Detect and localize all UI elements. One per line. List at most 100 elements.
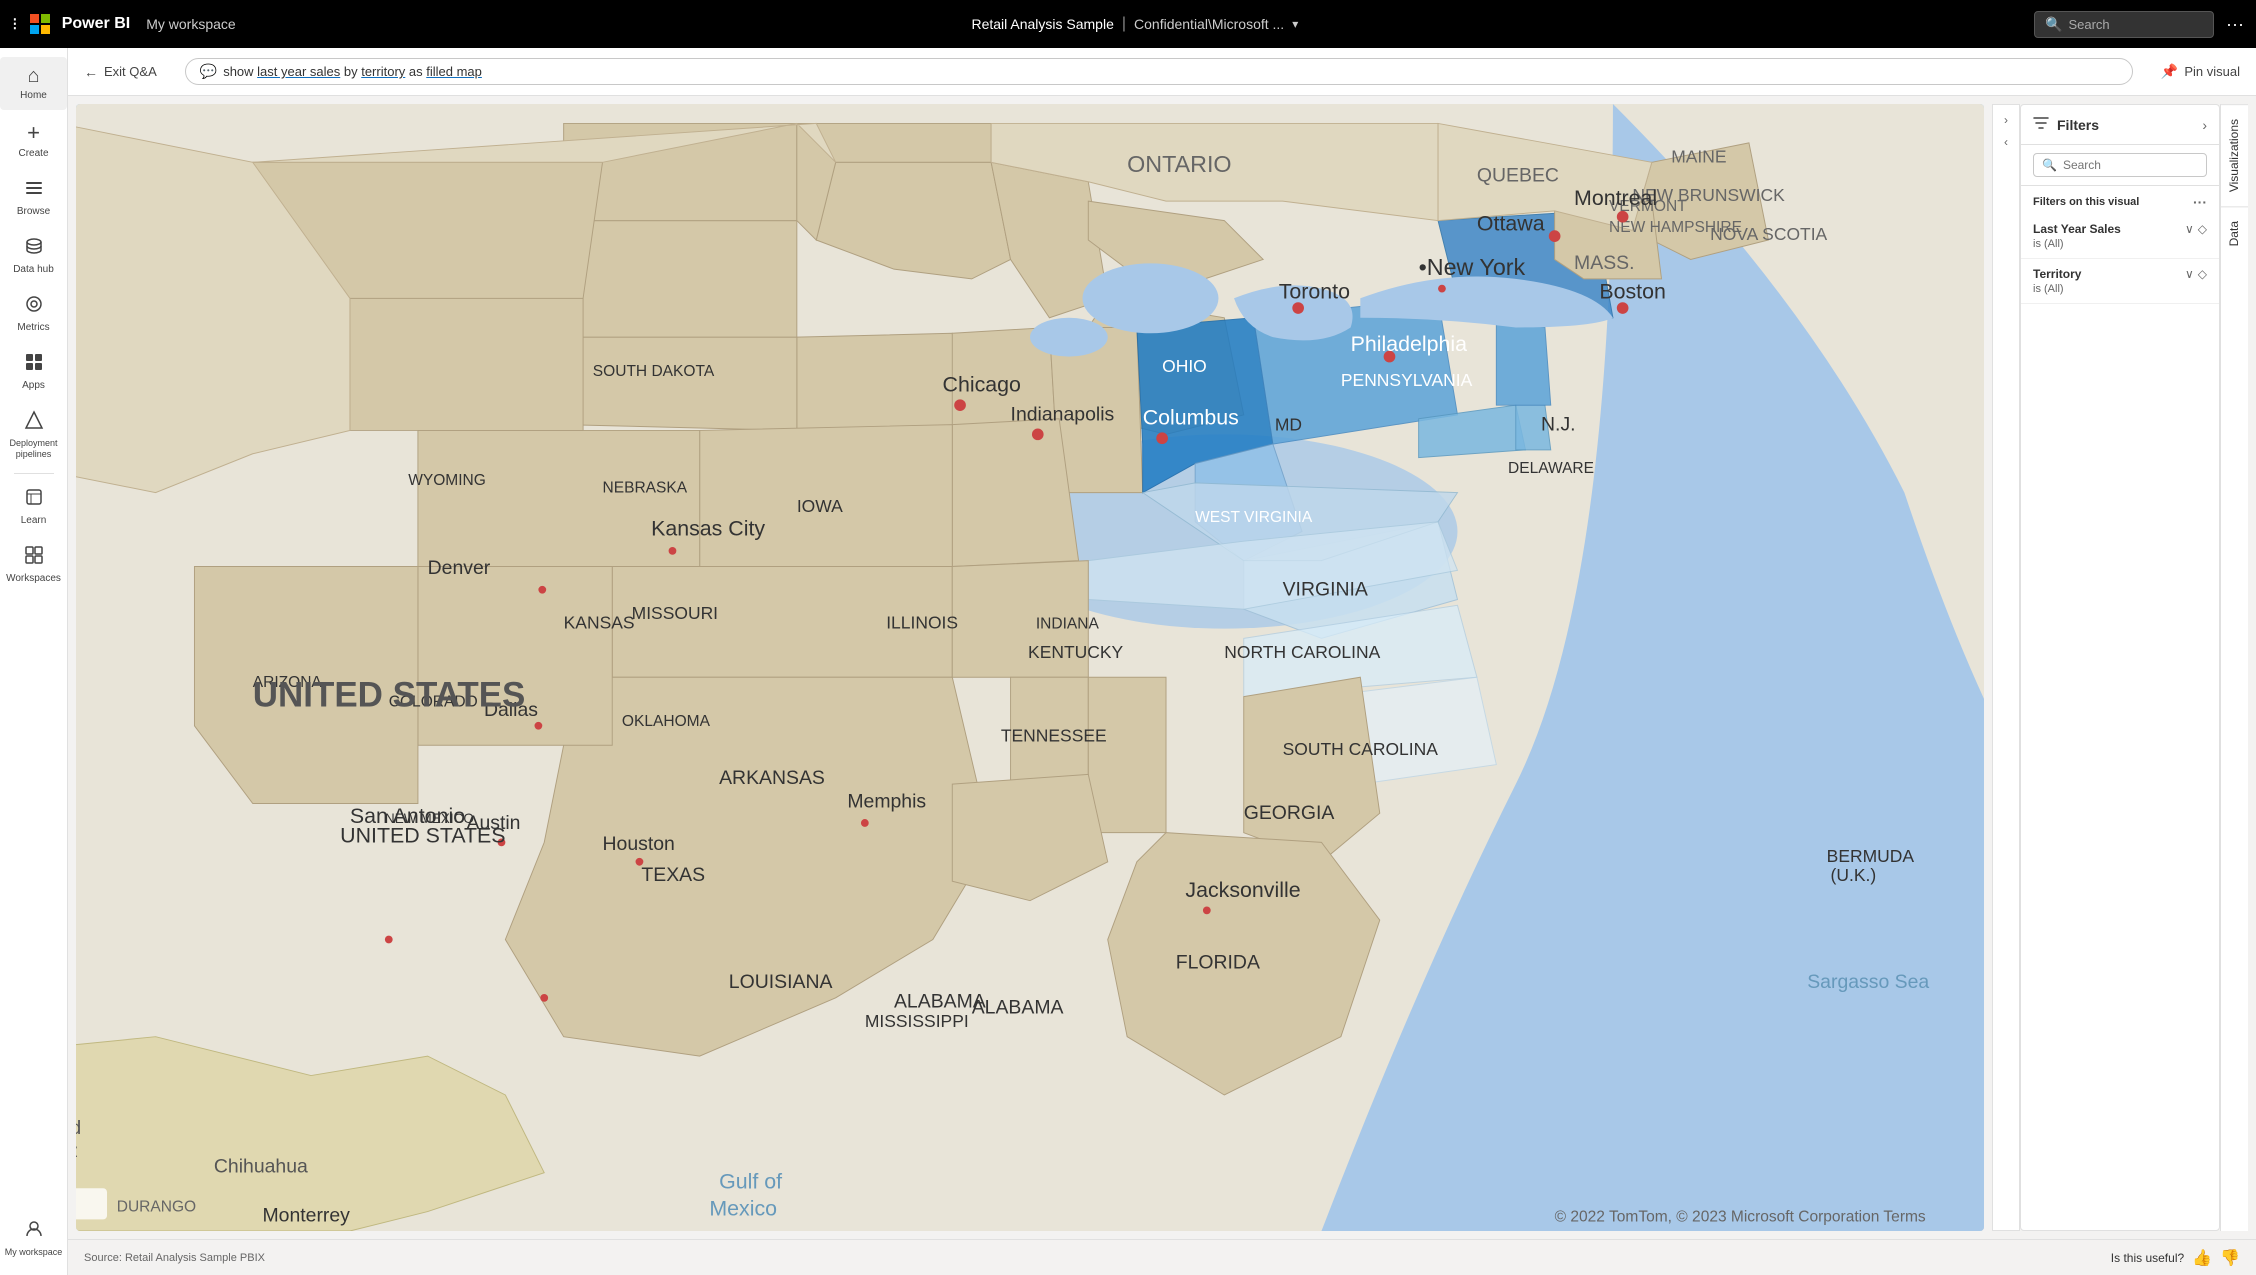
sidebar-item-datahub[interactable]: Data hub [0,228,67,284]
useful-text: Is this useful? [2111,1251,2184,1265]
report-title: Retail Analysis Sample [971,16,1113,32]
filters-search-input[interactable] [2063,158,2198,172]
chevron-down-icon[interactable]: ▾ [1292,17,1298,31]
topbar: ⁝ Power BI My workspace Retail Analysis … [0,0,2256,48]
sidebar-label-deployment: Deployment pipelines [4,438,63,460]
workspace-label[interactable]: My workspace [146,16,235,32]
filter-search-icon: 🔍 [2042,158,2057,172]
sidebar-item-metrics[interactable]: Metrics [0,286,67,342]
svg-text:PENNSYLVANIA: PENNSYLVANIA [1341,370,1473,390]
svg-text:Ciudad: Ciudad [76,1117,81,1139]
exit-qa-button[interactable]: ← Exit Q&A [84,64,157,80]
sidebar-item-browse[interactable]: Browse [0,170,67,226]
filter-name-lastyearsales: Last Year Sales [2033,222,2121,236]
deployment-icon [24,410,44,436]
filter-item-territory-icons: ∨ ◇ [2185,267,2207,281]
sidebar-item-create[interactable]: + Create [0,112,67,168]
svg-text:Chicago: Chicago [943,373,1021,397]
svg-text:Kansas City: Kansas City [651,516,765,540]
svg-text:ONTARIO: ONTARIO [1127,151,1231,177]
filter-expand-icon[interactable]: ∨ [2185,222,2194,236]
filter-name-territory: Territory [2033,267,2081,281]
sidebar-item-myworkspace[interactable]: My workspace [0,1211,67,1266]
qa-query-text: show last year sales by territory as fil… [223,64,482,79]
pin-visual-button[interactable]: 📌 Pin visual [2161,63,2240,80]
filter-item-lastyearsales-header: Last Year Sales ∨ ◇ [2033,222,2207,236]
filters-header: Filters › [2021,105,2219,145]
useful-area: Is this useful? 👍 👎 [2111,1248,2240,1268]
filters-forward-btn[interactable]: › [2202,117,2207,133]
svg-text:Juárez: Juárez [76,1140,78,1162]
svg-text:© 2022 TomTom, © 2023 Microsof: © 2022 TomTom, © 2023 Microsoft Corporat… [1555,1208,1926,1225]
filter-item-territory: Territory ∨ ◇ is (All) [2021,259,2219,304]
filter-clear-icon-2[interactable]: ◇ [2198,267,2207,281]
svg-text:Gulf of: Gulf of [719,1169,782,1193]
svg-text:ARKANSAS: ARKANSAS [719,767,825,789]
sidebar-item-deployment[interactable]: Deployment pipelines [0,402,67,468]
svg-text:(U.K.): (U.K.) [1831,865,1877,885]
datahub-icon [24,236,44,262]
map-container[interactable]: Chicago Indianapolis Columbus Philadelph… [76,104,1984,1231]
sidebar-item-learn[interactable]: Learn [0,479,67,535]
filters-title: Filters [2057,117,2194,133]
filters-on-visual-more-icon[interactable]: ··· [2193,194,2207,210]
qa-prefix: show [223,64,257,79]
side-tabs-container: Visualizations Data [2220,104,2248,1231]
svg-text:IOWA: IOWA [797,496,843,516]
svg-text:Philadelphia: Philadelphia [1351,332,1468,356]
filters-on-visual-label: Filters on this visual ··· [2021,186,2219,214]
svg-text:Monterrey: Monterrey [262,1204,350,1226]
qa-highlight-filledmap: filled map [426,64,482,79]
tab-data[interactable]: Data [2221,206,2248,260]
qa-by: by [340,64,361,79]
map-and-filters: Chicago Indianapolis Columbus Philadelph… [68,96,2256,1239]
back-arrow-icon: ← [84,64,98,80]
filters-on-visual-text: Filters on this visual [2033,196,2139,208]
svg-text:Mexico: Mexico [709,1196,777,1220]
thumbs-up-button[interactable]: 👍 [2192,1248,2212,1268]
svg-text:MISSISSIPPI: MISSISSIPPI [865,1011,969,1031]
svg-text:UNITED STATES: UNITED STATES [253,675,526,714]
filters-panel: Filters › 🔍 Filters on this visual ··· [2020,104,2220,1231]
filter-clear-icon[interactable]: ◇ [2198,222,2207,236]
svg-text:Toronto: Toronto [1279,279,1350,303]
pin-visual-label: Pin visual [2184,64,2240,79]
main-area: ⌂ Home + Create Browse Data hub Metrics [0,48,2256,1275]
svg-text:KENTUCKY: KENTUCKY [1028,642,1123,662]
svg-text:NORTH CAROLINA: NORTH CAROLINA [1224,642,1380,662]
filter-expand-icon-2[interactable]: ∨ [2185,267,2194,281]
workspaces-icon [24,545,44,571]
svg-text:ALABAMA: ALABAMA [894,991,986,1013]
filters-search-box[interactable]: 🔍 [2033,153,2207,177]
qa-bubble-icon: 💬 [200,63,217,80]
filters-search-area: 🔍 [2021,145,2219,186]
qa-input-area[interactable]: 💬 show last year sales by territory as f… [185,58,2133,85]
svg-text:KANSAS: KANSAS [564,613,635,633]
sidebar-item-workspaces[interactable]: Workspaces [0,537,67,593]
source-text: Source: Retail Analysis Sample PBIX [84,1252,265,1264]
grid-icon[interactable]: ⁝ [12,14,18,35]
sidebar-item-home[interactable]: ⌂ Home [0,57,67,110]
tab-visualizations[interactable]: Visualizations [2221,104,2248,206]
collapse-btn-wrapper: › ‹ [1992,104,2020,1231]
svg-text:OKLAHOMA: OKLAHOMA [622,713,711,730]
qa-suffix: as [405,64,426,79]
exit-qa-label: Exit Q&A [104,64,157,79]
sidebar-item-apps[interactable]: Apps [0,344,67,400]
thumbs-down-button[interactable]: 👎 [2220,1248,2240,1268]
svg-text:•New York: •New York [1419,254,1526,280]
svg-text:Indianapolis: Indianapolis [1011,404,1115,426]
svg-text:MAINE: MAINE [1671,146,1726,166]
qa-highlight-territory: territory [361,64,405,79]
metrics-icon [24,294,44,320]
svg-text:Chihuahua: Chihuahua [214,1156,308,1178]
topbar-more-icon[interactable]: ··· [2226,14,2244,35]
home-icon: ⌂ [27,65,39,88]
svg-text:MISSOURI: MISSOURI [632,603,718,623]
svg-text:TEXAS: TEXAS [641,864,705,886]
svg-text:Jacksonville: Jacksonville [1185,878,1300,902]
filters-collapse-icon[interactable]: › [2000,109,2012,131]
search-box[interactable]: 🔍 Search [2034,11,2214,38]
filters-expand-icon[interactable]: ‹ [2000,131,2012,153]
filter-icon [2033,115,2049,134]
